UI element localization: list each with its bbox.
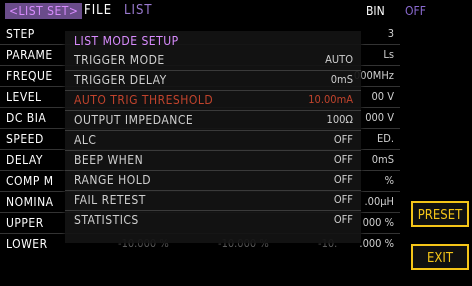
setup-value: 10.00mA bbox=[308, 93, 353, 106]
param-label: LEVEL bbox=[6, 90, 42, 104]
param-label: DELAY bbox=[6, 153, 43, 167]
setup-value: 100Ω bbox=[326, 113, 353, 126]
setup-label: TRIGGER DELAY bbox=[74, 73, 167, 87]
param-label: NOMINA bbox=[6, 195, 54, 209]
param-value: 000 % bbox=[362, 216, 394, 229]
setup-row-trigger-delay[interactable]: TRIGGER DELAY 0mS bbox=[65, 71, 361, 91]
param-value: 0mS bbox=[371, 153, 394, 166]
param-value: Ls bbox=[383, 48, 394, 61]
param-value: .00μH bbox=[364, 195, 394, 208]
setup-label: OUTPUT IMPEDANCE bbox=[74, 113, 194, 127]
setup-value: OFF bbox=[333, 213, 353, 226]
top-bar: <LIST SET> FILE LIST BIN OFF bbox=[0, 0, 472, 22]
setup-label: FAIL RETEST bbox=[74, 193, 146, 207]
setup-label: BEEP WHEN bbox=[74, 153, 144, 167]
param-value: 3 bbox=[387, 27, 394, 40]
param-label: UPPER bbox=[6, 216, 44, 230]
setup-label: RANGE HOLD bbox=[74, 173, 152, 187]
param-value: .000 % bbox=[359, 237, 394, 250]
setup-row-fail-retest[interactable]: FAIL RETEST OFF bbox=[65, 191, 361, 211]
setup-row-alc[interactable]: ALC OFF bbox=[65, 131, 361, 151]
setup-value: OFF bbox=[333, 153, 353, 166]
bin-label: BIN bbox=[366, 4, 385, 18]
setup-label: AUTO TRIG THRESHOLD bbox=[74, 93, 214, 107]
param-label: STEP bbox=[6, 27, 35, 41]
setup-label: TRIGGER MODE bbox=[74, 53, 165, 67]
bin-value[interactable]: OFF bbox=[405, 4, 426, 18]
param-value: ED. bbox=[376, 132, 394, 145]
setup-row-range-hold[interactable]: RANGE HOLD OFF bbox=[65, 171, 361, 191]
param-label: DC BIA bbox=[6, 111, 47, 125]
tab-list-set[interactable]: <LIST SET> bbox=[5, 3, 83, 19]
setup-row-beep-when[interactable]: BEEP WHEN OFF bbox=[65, 151, 361, 171]
param-label: COMP M bbox=[6, 174, 54, 188]
param-label: FREQUE bbox=[6, 69, 53, 83]
setup-value: OFF bbox=[333, 173, 353, 186]
param-label: SPEED bbox=[6, 132, 44, 146]
setup-value: AUTO bbox=[325, 53, 353, 66]
param-label: LOWER bbox=[6, 237, 48, 251]
list-mode-setup-dialog: LIST MODE SETUP TRIGGER MODE AUTO TRIGGE… bbox=[65, 31, 361, 243]
exit-button[interactable]: EXIT bbox=[411, 244, 469, 270]
setup-label: ALC bbox=[74, 133, 97, 147]
param-value: % bbox=[384, 174, 394, 187]
setup-row-output-impedance[interactable]: OUTPUT IMPEDANCE 100Ω bbox=[65, 111, 361, 131]
tab-file[interactable]: FILE bbox=[84, 3, 112, 19]
param-label: PARAME bbox=[6, 48, 53, 62]
param-value: 000 V bbox=[365, 111, 394, 124]
setup-value: OFF bbox=[333, 193, 353, 206]
tab-list[interactable]: LIST bbox=[124, 3, 153, 19]
param-value: 00 V bbox=[371, 90, 395, 103]
setup-value: 0mS bbox=[330, 73, 353, 86]
setup-row-auto-trig-threshold[interactable]: AUTO TRIG THRESHOLD 10.00mA bbox=[65, 91, 361, 111]
setup-row-trigger-mode[interactable]: TRIGGER MODE AUTO bbox=[65, 51, 361, 71]
dialog-title: LIST MODE SETUP bbox=[74, 34, 179, 48]
setup-row-statistics[interactable]: STATISTICS OFF bbox=[65, 211, 361, 230]
setup-value: OFF bbox=[333, 133, 353, 146]
setup-label: STATISTICS bbox=[74, 213, 139, 227]
preset-button[interactable]: PRESET bbox=[411, 201, 469, 227]
